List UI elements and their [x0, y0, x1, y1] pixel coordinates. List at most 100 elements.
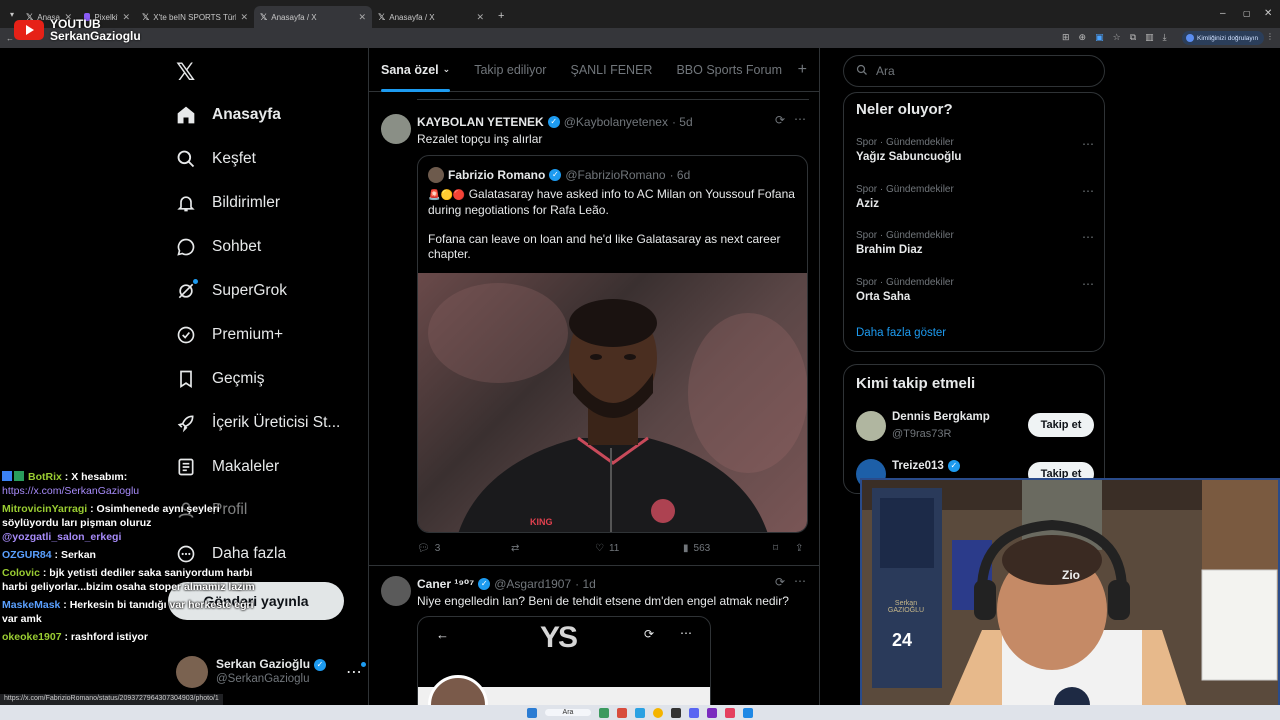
browser-tab[interactable]: 𝕏X'te beIN SPORTS Türkiye: "😊 !✕	[136, 6, 254, 28]
close-icon[interactable]: ✕	[358, 12, 366, 23]
close-icon[interactable]: ✕	[476, 12, 484, 23]
bell-icon	[176, 193, 196, 213]
app-icon[interactable]	[671, 707, 682, 718]
more-options-icon[interactable]: ⋯	[1082, 230, 1094, 244]
quoted-tweet[interactable]: Fabrizio Romano ✓ @FabrizioRomano · 6d 🚨…	[417, 155, 808, 533]
author-name[interactable]: KAYBOLAN YETENEK	[417, 115, 544, 129]
more-options-icon[interactable]: ⋯	[1082, 277, 1094, 291]
browser-tab-active[interactable]: 𝕏 Anasayfa / X ✕	[254, 6, 372, 28]
cast-icon[interactable]: ▣	[1095, 32, 1104, 43]
verified-icon: ✓	[549, 169, 562, 181]
app-icon[interactable]	[635, 707, 646, 718]
nav-chat[interactable]: Sohbet	[176, 237, 261, 257]
app-icon[interactable]	[617, 707, 628, 718]
chat-message: MitrovicinYarragi : Osimhenede aynı şeyl…	[2, 503, 220, 543]
trend-item[interactable]: Spor · Gündemdekiler Aziz ⋯	[856, 184, 1094, 210]
trend-item[interactable]: Spor · Gündemdekiler Brahim Diaz ⋯	[856, 230, 1094, 256]
maximize-button[interactable]: ▢	[1243, 9, 1251, 18]
sidebar-icon[interactable]: ▥	[1145, 32, 1154, 43]
tab-for-you[interactable]: Sana özel ⌄	[369, 48, 462, 92]
more-options-icon[interactable]: ⋯	[1082, 137, 1094, 151]
download-icon[interactable]: ⤓	[1163, 32, 1167, 43]
nav-notifications[interactable]: Bildirimler	[176, 193, 280, 213]
tab-following[interactable]: Takip ediliyor	[462, 48, 558, 92]
chevron-down-icon: ⌄	[442, 64, 451, 74]
quoted-timestamp: · 6d	[669, 168, 691, 182]
nav-supergrok[interactable]: SuperGrok	[176, 279, 287, 301]
browser-tab[interactable]: 𝕏Anasayfa / X✕	[372, 6, 490, 28]
nav-explore[interactable]: Keşfet	[176, 149, 256, 169]
author-handle[interactable]: @Kaybolanyetenex	[564, 115, 668, 129]
search-box[interactable]: Ara	[843, 55, 1105, 87]
tweet[interactable]: KAYBOLAN YETENEK ✓ @Kaybolanyetenex · 5d…	[369, 100, 819, 566]
chat-mention: @yozgatli_salon_erkegi	[2, 531, 122, 543]
views-button[interactable]: ▮ 563	[683, 543, 773, 554]
trend-item[interactable]: Spor · Gündemdekiler Orta Saha ⋯	[856, 277, 1094, 303]
nav-creator-studio[interactable]: İçerik Üreticisi St...	[176, 413, 340, 433]
translate-icon[interactable]: ⊞	[1062, 32, 1070, 43]
who-to-follow-panel: Kimi takip etmeli Dennis Bergkamp @T9ras…	[843, 364, 1105, 494]
grok-analyze-icon[interactable]: ⟳	[775, 575, 785, 589]
bookmark-icon[interactable]: ⌑	[773, 543, 795, 554]
search-input[interactable]: Ara	[876, 64, 895, 78]
app-icon[interactable]	[707, 707, 718, 718]
notification-dot	[193, 279, 198, 284]
back-icon[interactable]: ←	[6, 34, 14, 43]
reply-button[interactable]: 💬︎ 3	[417, 543, 511, 554]
more-options-icon[interactable]: ⋯	[1082, 184, 1094, 198]
more-options-icon[interactable]: ⋯	[346, 662, 366, 682]
profile-chip[interactable]: Kimliğinizi doğrulayın	[1182, 31, 1265, 45]
app-icon[interactable]	[743, 707, 754, 718]
player-photo[interactable]: KING	[418, 273, 807, 532]
menu-icon[interactable]: ⋮	[1266, 32, 1274, 41]
bookmark-icon	[176, 369, 196, 389]
new-tab-button[interactable]: +	[498, 10, 504, 22]
app-icon[interactable]	[599, 707, 610, 718]
grok-analyze-icon[interactable]: ⟳	[775, 113, 785, 127]
tweet[interactable]: Caner ¹⁹⁰⁷ ✓ @Asgard1907 · 1d ⟳ ⋯ Niye e…	[369, 566, 819, 720]
x-logo-icon[interactable]: 𝕏	[176, 58, 195, 87]
add-tab-button[interactable]: +	[798, 61, 807, 79]
channel-name: SerkanGazioglu	[50, 29, 141, 43]
app-icon[interactable]	[725, 707, 736, 718]
repost-button[interactable]: ⇄	[511, 543, 595, 554]
account-switcher[interactable]: Serkan Gazioğlu ✓ @SerkanGazioglu ⋯	[176, 654, 366, 690]
trend-item[interactable]: Spor · Gündemdekiler Yağız Sabuncuoğlu ⋯	[856, 137, 1094, 163]
windows-start-icon[interactable]	[526, 707, 537, 718]
like-button[interactable]: ♡ 11	[595, 543, 683, 554]
more-options-icon[interactable]: ⋯	[794, 574, 806, 588]
zoom-icon[interactable]: ⊕	[1079, 32, 1087, 43]
timestamp[interactable]: · 5d	[672, 115, 693, 129]
app-icon[interactable]	[689, 707, 700, 718]
jersey-number: 24	[892, 630, 913, 650]
tab-sanli-fener[interactable]: ŞANLI FENER	[558, 48, 664, 92]
follow-suggestion-name[interactable]: Dennis Bergkamp	[892, 411, 990, 423]
search-icon	[856, 64, 868, 79]
close-window-button[interactable]: ✕	[1264, 8, 1272, 19]
follow-suggestion-name[interactable]: Treize013	[892, 460, 944, 472]
nav-premium[interactable]: Premium+	[176, 325, 283, 345]
chat-message: BotRix : X hesabım: https://x.com/SerkanG…	[2, 471, 140, 497]
stream-chat-overlay: BotRix : X hesabım: https://x.com/SerkanG…	[2, 470, 262, 648]
star-icon[interactable]: ☆	[1113, 32, 1121, 43]
show-more-link[interactable]: Daha fazla göster	[856, 327, 946, 339]
tweet-actions: 💬︎ 3 ⇄ ♡ 11 ▮ 563 ⌑ ⇪	[417, 543, 809, 554]
quoted-text-2: Fofana can leave on loan and he'd like G…	[428, 232, 781, 261]
minimize-button[interactable]: –	[1220, 8, 1226, 19]
extensions-icon[interactable]: ⧉	[1130, 32, 1136, 43]
trends-panel: Neler oluyor? Spor · Gündemdekiler Yağız …	[843, 92, 1105, 352]
follow-button[interactable]: Takip et	[1028, 413, 1094, 437]
nav-bookmarks[interactable]: Geçmiş	[176, 369, 265, 389]
tab-bbo-sports-forum[interactable]: BBO Sports Forum	[664, 48, 794, 92]
author-name[interactable]: Caner ¹⁹⁰⁷	[417, 577, 474, 591]
close-icon[interactable]: ✕	[240, 12, 248, 23]
author-handle[interactable]: @Asgard1907	[494, 577, 571, 591]
share-icon[interactable]: ⇪	[795, 543, 803, 554]
more-options-icon[interactable]: ⋯	[794, 112, 806, 126]
chrome-icon[interactable]	[653, 707, 664, 718]
avatar	[381, 114, 411, 144]
timestamp[interactable]: · 1d	[575, 577, 596, 591]
verified-icon: ✓	[547, 116, 560, 128]
taskbar-search[interactable]: Ara	[544, 709, 592, 716]
nav-home[interactable]: Anasayfa	[176, 105, 281, 125]
